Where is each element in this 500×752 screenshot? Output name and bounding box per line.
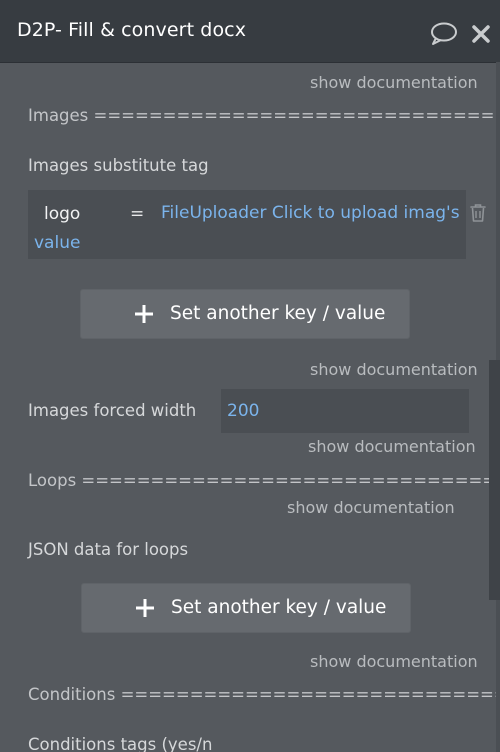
- plus-icon: [134, 304, 154, 329]
- panel-header: D2P- Fill & convert docx: [0, 0, 500, 63]
- scrollbar[interactable]: [489, 360, 500, 600]
- comment-icon[interactable]: [430, 22, 458, 50]
- trash-icon[interactable]: [469, 203, 487, 227]
- button-label: Set another key / value: [171, 597, 387, 618]
- show-documentation-link[interactable]: show documentation: [310, 652, 478, 671]
- property-editor-panel: D2P- Fill & convert docx show documentat…: [0, 0, 500, 752]
- dynamic-value-field[interactable]: FileUploader Click to upload imag's valu…: [34, 198, 462, 258]
- images-section-header: Images =================================…: [28, 106, 500, 125]
- conditions-tags-label: Conditions tags (yes/n: [28, 735, 213, 752]
- conditions-section-header: Conditions =============================…: [28, 685, 500, 704]
- panel-title: D2P- Fill & convert docx: [17, 19, 247, 41]
- key-value-row: logo = FileUploader Click to upload imag…: [28, 190, 466, 259]
- loops-section-header: Loops ==================================…: [28, 471, 500, 490]
- show-documentation-link[interactable]: show documentation: [287, 498, 455, 517]
- set-another-key-value-button[interactable]: Set another key / value: [81, 583, 411, 633]
- json-data-for-loops-label: JSON data for loops: [28, 540, 189, 559]
- show-documentation-link[interactable]: show documentation: [310, 360, 478, 379]
- images-forced-width-label: Images forced width: [28, 401, 197, 420]
- show-documentation-link[interactable]: show documentation: [308, 437, 476, 456]
- images-substitute-tag-label: Images substitute tag: [28, 156, 209, 175]
- set-another-key-value-button[interactable]: Set another key / value: [80, 289, 410, 339]
- show-documentation-link[interactable]: show documentation: [310, 73, 478, 92]
- images-forced-width-input[interactable]: [221, 389, 469, 433]
- close-icon[interactable]: [471, 24, 491, 48]
- button-label: Set another key / value: [170, 303, 386, 324]
- plus-icon: [135, 598, 155, 623]
